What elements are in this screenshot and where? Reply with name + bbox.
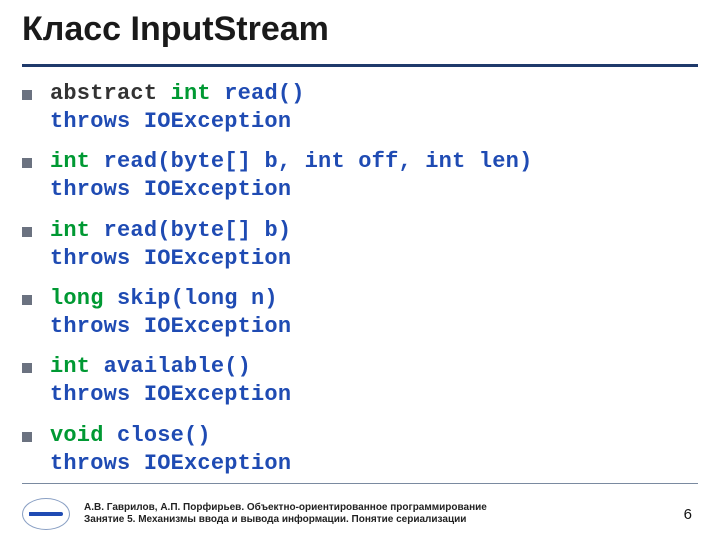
method-signature: close() <box>104 423 211 448</box>
throws-clause: throws IOException <box>50 109 291 134</box>
return-type: int <box>50 149 90 174</box>
throws-clause: throws IOException <box>50 382 291 407</box>
return-type: long <box>50 286 104 311</box>
bullet-icon <box>22 363 32 373</box>
footer-separator <box>22 483 698 484</box>
bullet-icon <box>22 227 32 237</box>
bullet-icon <box>22 295 32 305</box>
list-item: abstract int read() throws IOException <box>22 80 698 136</box>
bullet-icon <box>22 432 32 442</box>
return-type: int <box>50 218 90 243</box>
logo-icon <box>22 498 70 530</box>
list-item: long skip(long n) throws IOException <box>22 285 698 341</box>
page-number: 6 <box>684 506 698 523</box>
footer-line-1: А.В. Гаврилов, А.П. Порфирьев. Объектно-… <box>84 502 487 515</box>
keyword-abstract: abstract <box>50 81 171 106</box>
content-area: abstract int read() throws IOException i… <box>22 80 698 490</box>
return-type: void <box>50 423 104 448</box>
bullet-icon <box>22 158 32 168</box>
footer-text: А.В. Гаврилов, А.П. Порфирьев. Объектно-… <box>84 502 487 527</box>
throws-clause: throws IOException <box>50 451 291 476</box>
bullet-icon <box>22 90 32 100</box>
throws-clause: throws IOException <box>50 177 291 202</box>
throws-clause: throws IOException <box>50 314 291 339</box>
method-signature: skip(long n) <box>104 286 278 311</box>
footer: А.В. Гаврилов, А.П. Порфирьев. Объектно-… <box>22 498 698 530</box>
return-type: int <box>50 354 90 379</box>
list-item: int read(byte[] b, int off, int len) thr… <box>22 148 698 204</box>
method-signature: read() <box>211 81 305 106</box>
slide: Класс InputStream abstract int read() th… <box>0 0 720 540</box>
throws-clause: throws IOException <box>50 246 291 271</box>
footer-line-2: Занятие 5. Механизмы ввода и вывода инфо… <box>84 514 487 527</box>
list-item: int read(byte[] b) throws IOException <box>22 217 698 273</box>
return-type: int <box>171 81 211 106</box>
method-signature: read(byte[] b, int off, int len) <box>90 149 532 174</box>
method-signature: read(byte[] b) <box>90 218 291 243</box>
method-signature: available() <box>90 354 251 379</box>
list-item: int available() throws IOException <box>22 353 698 409</box>
title-underline <box>22 64 698 67</box>
list-item: void close() throws IOException <box>22 422 698 478</box>
slide-title: Класс InputStream <box>22 10 329 49</box>
